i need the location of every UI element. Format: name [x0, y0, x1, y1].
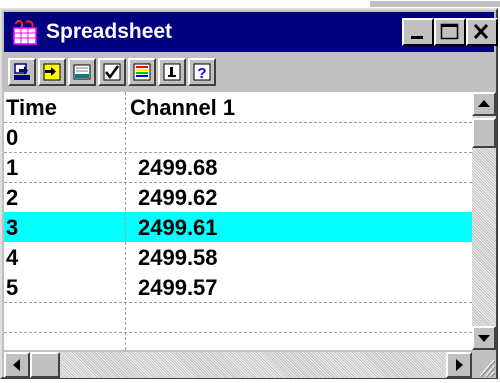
grid-line — [4, 182, 472, 183]
help-button[interactable]: ? — [188, 58, 216, 86]
save-button[interactable] — [8, 58, 36, 86]
spreadsheet-window: Spreadsheet ? Time Channel 1 0 1 2499.68… — [0, 8, 498, 379]
minimize-button[interactable] — [402, 18, 434, 46]
toolbar: ? — [8, 56, 428, 90]
grid-line — [4, 152, 472, 153]
channel-1-cell[interactable]: 2499.62 — [138, 182, 218, 212]
column-header-time[interactable]: Time — [6, 92, 57, 122]
scroll-down-button[interactable] — [472, 326, 496, 350]
table-row[interactable]: 5 2499.57 — [4, 272, 472, 302]
channel-1-cell[interactable]: 2499.68 — [138, 152, 218, 182]
horizontal-scrollbar[interactable] — [4, 352, 472, 378]
arrow-up-icon — [478, 100, 490, 107]
table-row[interactable]: 2 2499.62 — [4, 182, 472, 212]
close-icon — [473, 23, 489, 40]
print-icon — [73, 64, 91, 80]
table-row[interactable]: 4 2499.58 — [4, 242, 472, 272]
spreadsheet-app-icon — [13, 20, 37, 45]
arrow-right-icon — [456, 359, 463, 371]
close-button[interactable] — [466, 18, 498, 46]
scroll-left-button[interactable] — [4, 352, 30, 378]
time-cell[interactable]: 4 — [6, 242, 18, 272]
help-glyph: ? — [197, 65, 206, 82]
grid-line — [4, 302, 472, 303]
info-button[interactable] — [158, 58, 186, 86]
import-icon — [43, 63, 61, 81]
maximize-icon — [440, 23, 459, 40]
column-divider — [125, 92, 126, 350]
title-bar[interactable]: Spreadsheet — [4, 12, 498, 52]
check-button[interactable] — [98, 58, 126, 86]
background-window-edge — [370, 0, 500, 7]
vertical-scroll-thumb[interactable] — [472, 118, 496, 148]
print-button[interactable] — [68, 58, 96, 86]
header-row: Time Channel 1 — [4, 92, 472, 122]
time-cell[interactable]: 0 — [6, 122, 18, 152]
color-bars-icon — [133, 63, 151, 81]
resize-grip[interactable] — [472, 352, 496, 378]
time-cell[interactable]: 2 — [6, 182, 18, 212]
minimize-icon — [411, 36, 423, 39]
time-cell[interactable]: 1 — [6, 152, 18, 182]
arrow-down-icon — [478, 335, 490, 342]
grid-line — [4, 122, 472, 123]
selected-table-row[interactable]: 3 2499.61 — [4, 212, 472, 242]
channel-1-cell[interactable]: 2499.61 — [138, 212, 218, 242]
maximize-button[interactable] — [434, 18, 466, 46]
scroll-up-button[interactable] — [472, 92, 496, 116]
window-title: Spreadsheet — [46, 20, 173, 43]
time-cell[interactable]: 3 — [6, 212, 18, 242]
column-header-channel-1[interactable]: Channel 1 — [130, 92, 235, 122]
arrow-left-icon — [13, 359, 20, 371]
spreadsheet-grid[interactable]: Time Channel 1 0 1 2499.68 2 2499.62 3 2… — [4, 92, 472, 350]
info-icon — [163, 63, 181, 81]
table-row[interactable]: 1 2499.68 — [4, 152, 472, 182]
help-icon: ? — [193, 63, 211, 82]
vertical-scrollbar[interactable] — [472, 92, 496, 350]
horizontal-scroll-thumb[interactable] — [30, 352, 60, 378]
color-bars-button[interactable] — [128, 58, 156, 86]
check-icon — [103, 63, 121, 81]
scroll-right-button[interactable] — [446, 352, 472, 378]
save-icon — [14, 63, 30, 80]
grid-line — [4, 332, 472, 333]
channel-1-cell[interactable]: 2499.57 — [138, 272, 218, 302]
time-cell[interactable]: 5 — [6, 272, 18, 302]
table-row[interactable]: 0 — [4, 122, 472, 152]
resize-grip-icon — [479, 359, 496, 378]
import-button[interactable] — [38, 58, 66, 86]
channel-1-cell[interactable]: 2499.58 — [138, 242, 218, 272]
